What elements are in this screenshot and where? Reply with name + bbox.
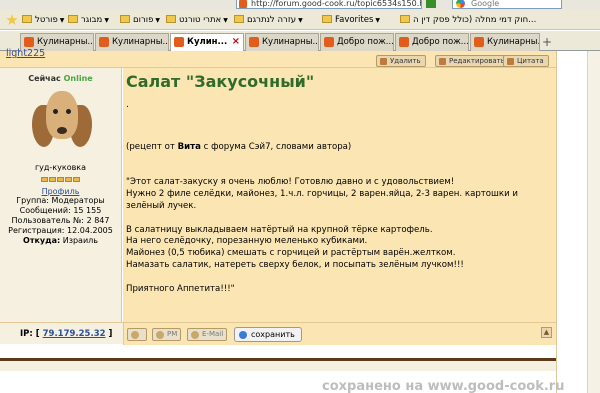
- email-icon: [191, 331, 199, 339]
- bookmarks-toolbar: פורטל ▼ מבוגר ▼ פורום ▼ אתרי טורנט ▼ עזרה לנ…: [0, 10, 600, 30]
- tab-2[interactable]: Кулинарны...: [95, 33, 169, 51]
- folder-icon: [322, 15, 332, 23]
- user-posts: Сообщений: 15 155: [19, 206, 102, 215]
- post-body: (рецепт от Вита с форума Сэй7, словами а…: [126, 142, 554, 295]
- address-text: http://forum.good-cook.ru/topic6534s150.…: [251, 0, 422, 8]
- edit-button[interactable]: Редактировать: [435, 55, 510, 67]
- scrollbar[interactable]: [587, 51, 600, 393]
- bookmark-favorites[interactable]: Favorites ▼: [322, 14, 380, 27]
- tab-favicon-icon: [249, 37, 259, 47]
- post-line: На него селёдочку, порезанную меленько к…: [126, 236, 368, 247]
- save-button[interactable]: сохранить: [234, 327, 302, 342]
- search-placeholder: Google: [471, 0, 500, 8]
- site-favicon-icon: [239, 0, 247, 8]
- profile-small-button[interactable]: [127, 328, 147, 341]
- right-margin: [556, 51, 600, 393]
- user-location: Откуда: Израиль: [23, 236, 98, 245]
- folder-icon: [120, 15, 130, 23]
- watermark: сохранено на www.good-cook.ru: [322, 379, 565, 393]
- folder-icon: [234, 15, 244, 23]
- delete-icon: [380, 58, 387, 65]
- browser-toolbar: http://forum.good-cook.ru/topic6534s150.…: [0, 0, 600, 10]
- post-content: Салат "Закусочный" . (рецепт от Вита с ф…: [123, 68, 556, 322]
- tab-5[interactable]: Добро пож...: [320, 33, 394, 51]
- user-number: Пользователь №: 2 847: [11, 216, 110, 225]
- folder-icon: [22, 15, 32, 23]
- post-line: "Этот салат-закуску я очень люблю! Готов…: [126, 177, 455, 188]
- post-header: light225 Удалить Редактировать Цитата: [0, 49, 556, 68]
- search-input[interactable]: Google: [452, 0, 562, 9]
- bookmark-forum[interactable]: פורום ▼: [120, 14, 160, 27]
- post-dot: .: [126, 100, 129, 110]
- bookmark-translator[interactable]: עזרה לנתרגם ▼: [234, 14, 303, 27]
- new-tab-button[interactable]: +: [540, 35, 554, 49]
- address-bar[interactable]: http://forum.good-cook.ru/topic6534s150.…: [236, 0, 422, 9]
- tab-7[interactable]: Кулинарны...: [470, 33, 540, 51]
- tab-4[interactable]: Кулинарны...: [245, 33, 319, 51]
- post-line: В салатницу выкладываем натёртый на круп…: [126, 224, 433, 235]
- tab-favicon-icon: [174, 37, 184, 47]
- folder-icon: [68, 15, 78, 23]
- close-tab-icon[interactable]: ×: [232, 34, 240, 50]
- post-line: зелёный лучек.: [126, 200, 197, 211]
- user-nick: гуд-куковка: [34, 163, 87, 172]
- post-closing: Приятного Аппетита!!!": [126, 283, 235, 294]
- ip-info: IP: [ 79.179.25.32 ]: [20, 329, 113, 339]
- post-line: Нужно 2 филе селёдки, майонез, 1.ч.л. го…: [126, 189, 519, 200]
- email-button[interactable]: E-Mail: [187, 328, 228, 341]
- save-icon: [239, 331, 247, 339]
- user-icon: [131, 331, 139, 339]
- user-registered: Регистрация: 12.04.2005: [8, 226, 113, 235]
- quote-icon: [507, 58, 514, 65]
- bookmark-adult[interactable]: מבוגר ▼: [68, 14, 109, 27]
- tab-favicon-icon: [399, 37, 409, 47]
- post-footer: IP: [ 79.179.25.32 ] PM E-Mail сохранить…: [0, 322, 556, 345]
- rank-stars: [0, 175, 121, 182]
- folder-icon: [166, 15, 176, 23]
- folder-icon: [400, 15, 410, 23]
- bookmark-portal[interactable]: פורטל ▼: [22, 14, 64, 27]
- edit-icon: [439, 58, 446, 65]
- quote-button[interactable]: Цитата: [503, 55, 549, 67]
- post-title: Салат "Закусочный": [126, 72, 315, 91]
- post-line: Майонез (0,5 тюбика) смешать с горчицей …: [126, 248, 456, 259]
- avatar: [26, 87, 96, 155]
- prev-author-link[interactable]: light225: [0, 49, 122, 68]
- post-intro: (рецепт от Вита с форума Сэй7, словами а…: [126, 142, 352, 152]
- scroll-top-icon[interactable]: ▲: [541, 327, 552, 338]
- tab-active[interactable]: Кулин... ×: [170, 33, 244, 52]
- pm-button[interactable]: PM: [152, 328, 182, 341]
- tab-favicon-icon: [99, 37, 109, 47]
- profile-link[interactable]: Профиль: [0, 187, 121, 196]
- user-info-panel: Сейчас Online гуд-куковка Профиль Группа…: [0, 68, 122, 322]
- tab-favicon-icon: [324, 37, 334, 47]
- user-group: Группа: Модераторы: [16, 196, 105, 205]
- next-post-header: [0, 361, 556, 371]
- pm-icon: [156, 331, 164, 339]
- tab-6[interactable]: Добро пож...: [395, 33, 469, 51]
- bookmark-sick-pay[interactable]: חוק דמי מחלה (כולל פסק דין ה...: [400, 14, 536, 27]
- favorites-star-icon[interactable]: [6, 14, 18, 25]
- tab-favicon-icon: [24, 37, 34, 47]
- forum-page: light225 Удалить Редактировать Цитата Се…: [0, 49, 600, 393]
- online-status: Сейчас Online: [28, 74, 93, 83]
- post-line: Намазать салатик, натереть сверху белок,…: [126, 259, 464, 270]
- go-button[interactable]: [426, 0, 436, 8]
- next-post: сохранено на www.good-cook.ru: [0, 358, 564, 393]
- tab-favicon-icon: [474, 37, 484, 47]
- ip-link[interactable]: 79.179.25.32: [43, 329, 106, 339]
- google-icon: [456, 0, 465, 8]
- tab-bar: Кулинарны... Кулинарны... Кулин... × Кули…: [0, 31, 600, 52]
- bookmark-torrent[interactable]: אתרי טורנט ▼: [166, 14, 228, 27]
- post-actions: PM E-Mail сохранить ▲: [123, 323, 556, 345]
- delete-button[interactable]: Удалить: [376, 55, 426, 67]
